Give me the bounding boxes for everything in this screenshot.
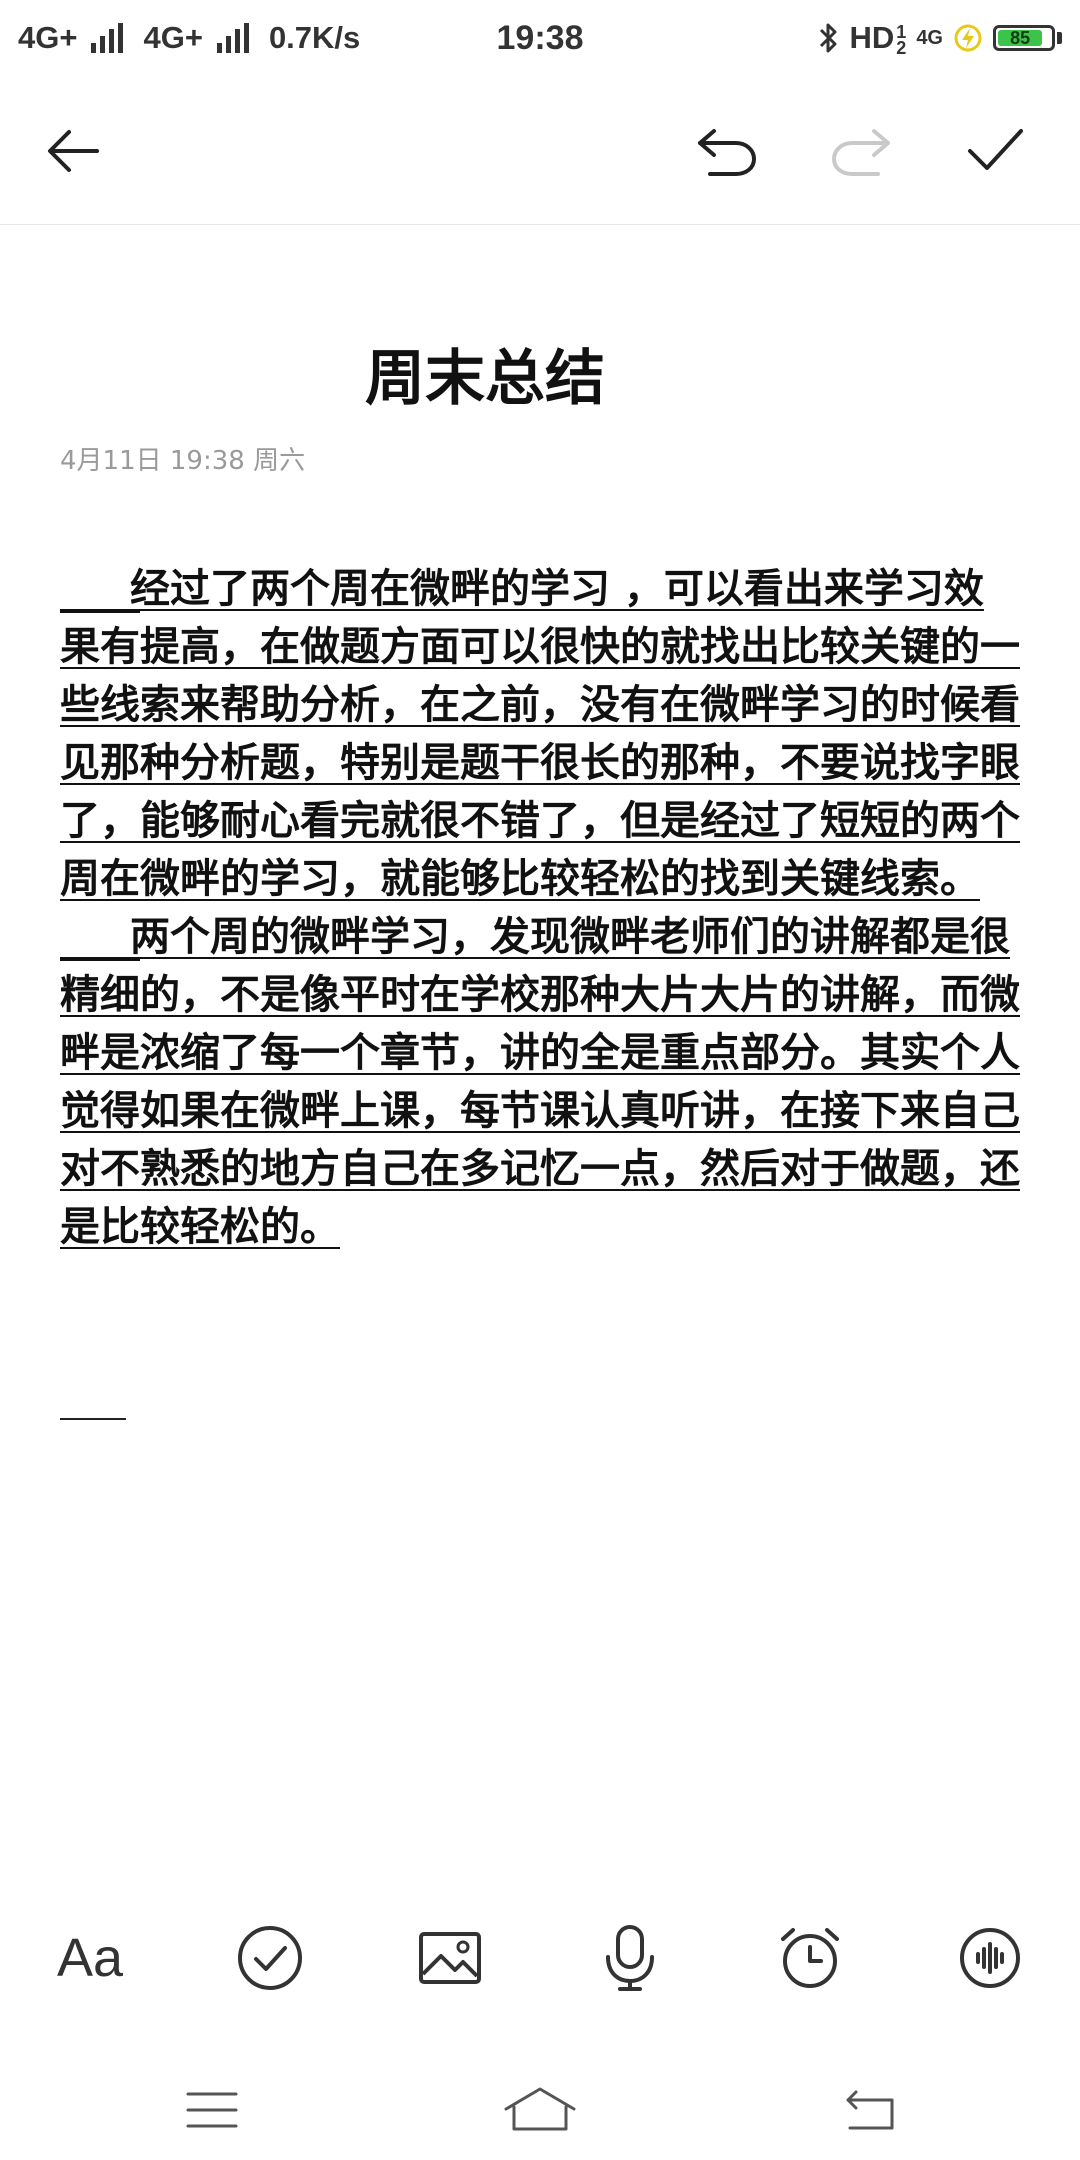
paragraph-text: 经过了两个周在微畔的学习 ，可以看出来学习效果有提高，在做题方面可以很快的就找出… — [60, 566, 1020, 902]
undo-icon — [698, 129, 757, 176]
arrow-left-icon — [48, 130, 99, 172]
checklist-icon — [238, 1926, 302, 1990]
hd-indicator: HD 1 2 — [849, 20, 907, 58]
body-paragraph: 经过了两个周在微畔的学习 ，可以看出来学习效果有提高，在做题方面可以很快的就找出… — [60, 560, 1020, 908]
note-body[interactable]: 经过了两个周在微畔的学习 ，可以看出来学习效果有提高，在做题方面可以很快的就找出… — [60, 560, 1020, 1256]
back-button[interactable] — [38, 116, 108, 186]
note-editor-screen: 4G+ 4G+ 0.7K/s 19:38 HD 1 2 4G 85 周末总结 4… — [0, 0, 1080, 2160]
home-button[interactable] — [500, 2070, 580, 2150]
battery-indicator: 85 — [993, 25, 1062, 51]
note-title[interactable]: 周末总结 — [0, 330, 970, 417]
redo-button[interactable] — [826, 116, 896, 186]
navigation-bar — [0, 2060, 1080, 2160]
voice-wave-icon — [960, 1928, 1020, 1988]
checklist-button[interactable] — [222, 1910, 318, 2006]
body-paragraph: 两个周的微畔学习，发现微畔老师们的讲解都是很精细的，不是像平时在学校那种大片大片… — [60, 908, 1020, 1256]
note-date: 4月11日 19:38 周六 — [60, 446, 306, 476]
menu-button[interactable] — [172, 2070, 252, 2150]
editor-tool-row: Aa — [0, 1910, 1080, 2006]
back-icon — [846, 2090, 894, 2130]
home-icon — [504, 2087, 576, 2131]
alarm-clock-icon — [781, 1928, 839, 1988]
microphone-icon — [606, 1925, 654, 1991]
menu-icon — [186, 2092, 238, 2128]
insert-image-button[interactable] — [402, 1910, 498, 2006]
image-icon — [419, 1932, 481, 1984]
top-toolbar — [0, 76, 1080, 225]
empty-line-underline — [60, 1418, 126, 1420]
voice-input-button[interactable] — [582, 1910, 678, 2006]
hd-sub: 2 — [896, 38, 907, 58]
battery-level: 85 — [998, 28, 1043, 48]
network-type-3: 4G — [916, 27, 943, 49]
reminder-button[interactable] — [762, 1910, 858, 2006]
bluetooth-icon — [819, 23, 837, 53]
check-icon — [968, 129, 1023, 170]
voice-note-button[interactable] — [942, 1910, 1038, 2006]
paragraph-text: 两个周的微畔学习，发现微畔老师们的讲解都是很精细的，不是像平时在学校那种大片大片… — [60, 914, 1020, 1250]
nav-back-button[interactable] — [830, 2070, 910, 2150]
font-style-label: Aa — [56, 1928, 124, 1988]
font-style-button[interactable]: Aa — [42, 1910, 138, 2006]
undo-button[interactable] — [692, 116, 762, 186]
done-button[interactable] — [960, 116, 1030, 186]
status-right: HD 1 2 4G 85 — [818, 0, 1062, 76]
status-bar: 4G+ 4G+ 0.7K/s 19:38 HD 1 2 4G 85 — [0, 0, 1080, 76]
redo-icon — [831, 129, 890, 176]
charging-icon — [954, 24, 982, 52]
